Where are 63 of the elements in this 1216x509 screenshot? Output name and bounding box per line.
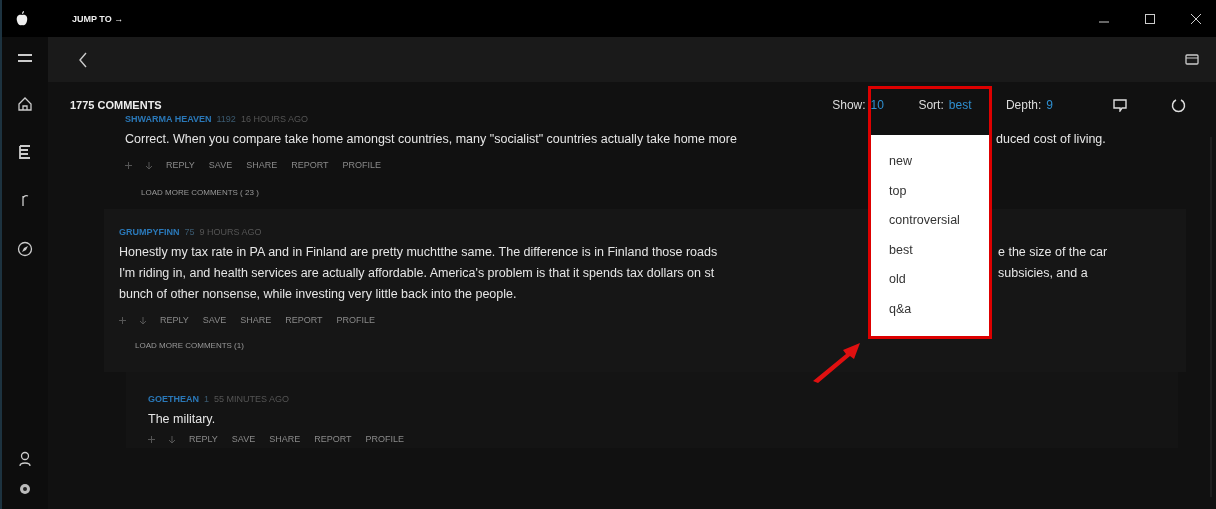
close-icon[interactable] xyxy=(1190,12,1202,25)
comment-score: 75 xyxy=(184,227,195,237)
maximize-icon[interactable] xyxy=(1144,12,1156,25)
comment-age: 16 HOURS AGO xyxy=(240,114,308,124)
sort-option[interactable]: old xyxy=(871,265,989,295)
comment-score: 1 xyxy=(204,394,210,404)
comment-text: Honestly my tax rate in PA and in Finland are pretty muchtthe same. The difference is in Finland those roads xyxy=(119,244,719,261)
comment-text: The military. xyxy=(148,411,216,428)
comment-action-link[interactable]: REPLY xyxy=(160,315,189,325)
comment-score: 1192 xyxy=(216,114,236,124)
jump-to-link[interactable]: JUMP TO → xyxy=(72,13,124,24)
compass-icon[interactable] xyxy=(17,241,33,257)
comment-action-link[interactable]: SAVE xyxy=(231,434,256,444)
sort-option[interactable]: new xyxy=(871,147,989,177)
comment-action-link[interactable]: REPORT xyxy=(314,434,352,444)
comment-text: subsicies, and a xyxy=(998,265,1088,282)
comment-text: I'm riding in, and health services are actually affordable. America's problem is that it spends tax dollars on st xyxy=(119,265,716,282)
comment-count: 1775 COMMENTS xyxy=(70,99,162,111)
comment-author[interactable]: SHWARMA HEAVEN xyxy=(125,114,212,124)
downvote-icon[interactable] xyxy=(169,435,175,443)
comment-action-link[interactable]: SAVE xyxy=(208,160,233,170)
comment-action-link[interactable]: SHARE xyxy=(246,160,278,170)
home-icon[interactable] xyxy=(18,97,32,111)
comment-action-link[interactable]: REPORT xyxy=(285,315,323,325)
depth-label: Depth: xyxy=(1005,98,1042,112)
comment-action-link[interactable]: SHARE xyxy=(240,315,272,325)
show-label: Show: xyxy=(832,98,866,112)
sort-option[interactable]: controversial xyxy=(871,206,989,236)
load-more-link[interactable]: LOAD MORE COMMENTS (1) xyxy=(135,341,244,350)
letter-r-icon[interactable] xyxy=(20,193,30,207)
comment-action-link[interactable]: SHARE xyxy=(269,434,301,444)
show-value[interactable]: 10 xyxy=(870,98,884,112)
comment-action-link[interactable]: REPORT xyxy=(291,160,329,170)
list-icon[interactable] xyxy=(19,145,31,159)
load-more-link[interactable]: LOAD MORE COMMENTS ( 23 ) xyxy=(141,188,259,197)
menu-icon[interactable] xyxy=(18,53,32,63)
comment-text: Correct. When you compare take home amongst countries, many "socialist" countries actually take home more xyxy=(125,131,738,148)
comment-action-link[interactable]: REPLY xyxy=(166,160,195,170)
comment-action-link[interactable]: SAVE xyxy=(202,315,227,325)
comment-text: e the size of the car xyxy=(998,244,1108,261)
refresh-icon[interactable] xyxy=(1171,97,1186,113)
downvote-icon[interactable] xyxy=(140,316,146,324)
comment-action-link[interactable]: REPLY xyxy=(189,434,218,444)
settings-icon[interactable] xyxy=(19,483,31,495)
downvote-icon[interactable] xyxy=(146,161,152,169)
comment-icon[interactable] xyxy=(1113,98,1127,112)
comment-author[interactable]: GOETHEAN xyxy=(148,394,199,404)
depth-value[interactable]: 9 xyxy=(1046,98,1053,112)
sort-option[interactable]: q&a xyxy=(871,294,989,324)
person-icon[interactable] xyxy=(19,451,31,467)
comment-author[interactable]: GRUMPYFINN xyxy=(119,227,180,237)
back-icon[interactable] xyxy=(78,51,88,68)
panel-icon[interactable] xyxy=(1185,54,1199,65)
comment-action-link[interactable]: PROFILE xyxy=(336,315,376,325)
comment-action-link[interactable]: PROFILE xyxy=(365,434,405,444)
comment-text: bunch of other nonsense, while investing very little back into the people. xyxy=(119,286,517,303)
sort-option[interactable]: top xyxy=(871,176,989,206)
apple-logo-icon xyxy=(16,10,28,27)
sort-value[interactable]: best xyxy=(948,98,972,112)
comment-action-link[interactable]: PROFILE xyxy=(342,160,382,170)
sort-option[interactable]: best xyxy=(871,235,989,265)
comment-text: duced cost of living. xyxy=(996,131,1106,148)
sort-label: Sort: xyxy=(918,98,944,112)
